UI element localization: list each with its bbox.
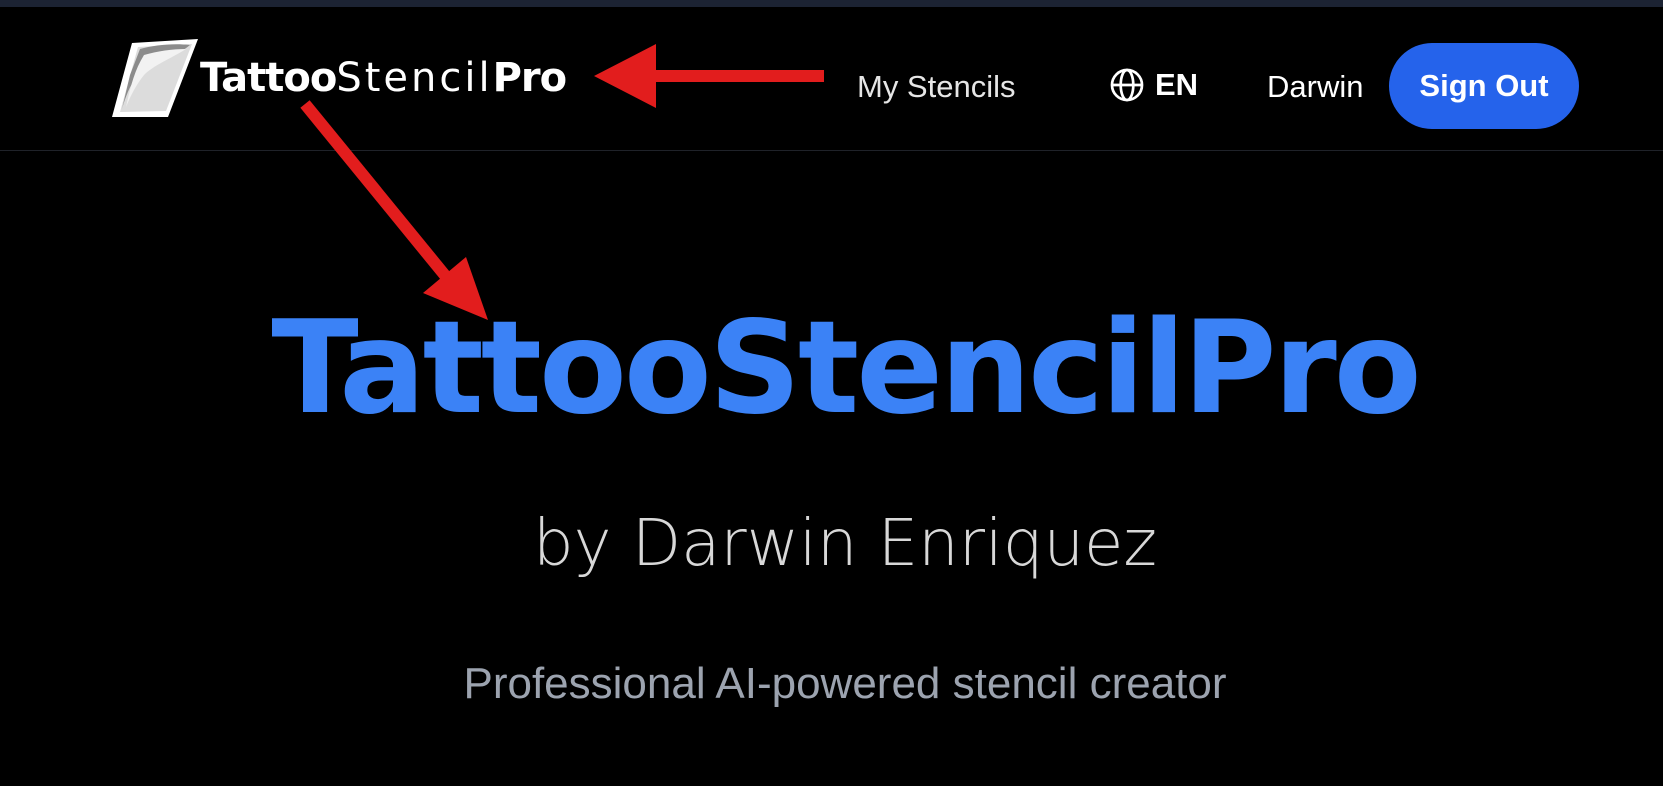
hero-tagline: Professional AI-powered stencil creator [463, 659, 1227, 708]
brand-part-pro: Pro [492, 55, 568, 101]
language-selector[interactable]: EN [1109, 67, 1198, 103]
navbar: TattooStencilPro My Stencils EN Darwin S… [0, 7, 1663, 151]
hero-title: TattooStencilPro [271, 294, 1421, 443]
brand-wordmark: TattooStencilPro [200, 55, 568, 101]
window-top-strip [0, 0, 1663, 7]
sign-out-button[interactable]: Sign Out [1389, 43, 1579, 129]
language-code: EN [1155, 67, 1199, 102]
paper-brush-logo-icon [112, 39, 198, 117]
brand-link[interactable]: TattooStencilPro [110, 35, 568, 121]
user-name-link[interactable]: Darwin [1267, 69, 1363, 105]
globe-icon [1110, 68, 1144, 102]
brand-part-tattoo: Tattoo [200, 55, 337, 101]
brand-part-stencil: Stencil [336, 55, 493, 101]
my-stencils-link[interactable]: My Stencils [857, 69, 1015, 105]
hero-subtitle: by Darwin Enriquez [533, 507, 1157, 581]
